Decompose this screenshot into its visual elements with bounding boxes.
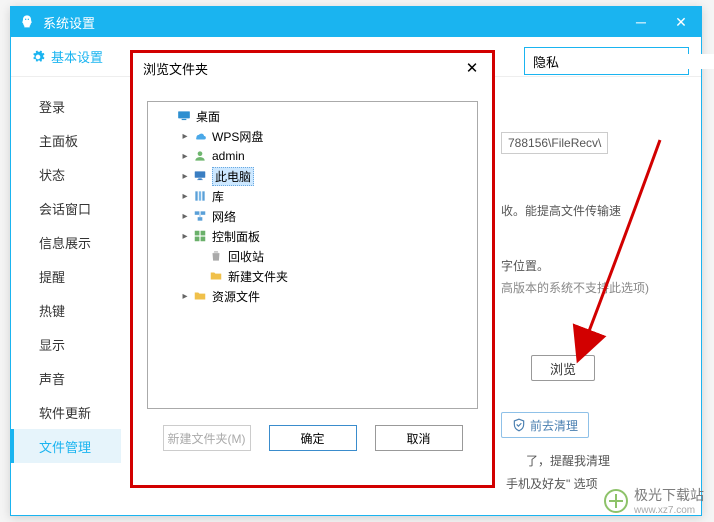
sidebar-item-infodisplay[interactable]: 信息展示 (11, 225, 121, 259)
tree-label: 回收站 (228, 248, 264, 265)
penguin-icon (19, 13, 35, 31)
text-receive: 收。能提高文件传输速 (501, 202, 621, 219)
cancel-button[interactable]: 取消 (375, 425, 463, 451)
text-remind2: 手机及好友" 选项 (506, 475, 598, 492)
tree-label: admin (212, 149, 245, 163)
search-box[interactable] (524, 47, 689, 75)
text-remind1: 了，提醒我清理 (526, 452, 610, 469)
dialog-close-button[interactable]: ✕ (462, 58, 482, 78)
tree-label: 库 (212, 188, 224, 205)
tab-basic-settings[interactable]: 基本设置 (51, 47, 103, 66)
library-icon (192, 188, 208, 204)
sidebar-item-filemanage[interactable]: 文件管理 (11, 429, 121, 463)
sidebar-item-label: 文件管理 (39, 437, 91, 456)
ok-button[interactable]: 确定 (269, 425, 357, 451)
controlpanel-icon (192, 228, 208, 244)
browse-button[interactable]: 浏览 (531, 355, 595, 381)
tree-row-newfolder[interactable]: 新建文件夹 (150, 266, 475, 286)
dialog-title: 浏览文件夹 (143, 59, 462, 78)
tree-arrow-icon[interactable]: ▸ (178, 231, 192, 242)
sidebar-item-hotkey[interactable]: 热键 (11, 293, 121, 327)
close-button[interactable]: ✕ (661, 7, 701, 37)
tree-arrow-icon[interactable]: ▸ (178, 191, 192, 202)
sidebar-item-label: 提醒 (39, 267, 65, 286)
desktop-icon (176, 108, 192, 124)
sidebar-item-label: 显示 (39, 335, 65, 354)
cloud-icon (192, 128, 208, 144)
tree-label: 控制面板 (212, 228, 260, 245)
sidebar-item-label: 软件更新 (39, 403, 91, 422)
tree-label: 新建文件夹 (228, 268, 288, 285)
sidebar-item-label: 会话窗口 (39, 199, 91, 218)
tree-label: 资源文件 (212, 288, 260, 305)
sidebar-item-label: 主面板 (39, 131, 78, 150)
tree-arrow-icon[interactable]: ▸ (178, 131, 192, 142)
window-title: 系统设置 (43, 13, 621, 32)
tree-label: 此电脑 (212, 167, 254, 186)
cleanup-button[interactable]: 前去清理 (501, 412, 589, 438)
watermark-icon (604, 489, 628, 513)
folder-tree[interactable]: 桌面 ▸ WPS网盘 ▸ admin ▸ 此电脑 ▸ 库 ▸ 网络 ▸ (147, 101, 478, 409)
text-location: 字位置。 (501, 257, 549, 274)
search-input[interactable] (525, 54, 714, 69)
sidebar-item-chat[interactable]: 会话窗口 (11, 191, 121, 225)
tree-arrow-icon[interactable]: ▸ (178, 211, 192, 222)
sidebar-item-label: 状态 (39, 165, 65, 184)
folder-icon (208, 268, 224, 284)
tree-row-resources[interactable]: ▸ 资源文件 (150, 286, 475, 306)
minimize-button[interactable]: ─ (621, 7, 661, 37)
tree-row-library[interactable]: ▸ 库 (150, 186, 475, 206)
tree-row-desktop[interactable]: 桌面 (150, 106, 475, 126)
sidebar-item-sound[interactable]: 声音 (11, 361, 121, 395)
sidebar-item-remind[interactable]: 提醒 (11, 259, 121, 293)
tree-row-admin[interactable]: ▸ admin (150, 146, 475, 166)
sidebar-item-status[interactable]: 状态 (11, 157, 121, 191)
sidebar-item-display[interactable]: 显示 (11, 327, 121, 361)
sidebar: 登录 主面板 状态 会话窗口 信息展示 提醒 热键 显示 声音 软件更新 文件管… (11, 77, 121, 515)
folder-icon (192, 288, 208, 304)
pc-icon (192, 168, 208, 184)
tree-row-controlpanel[interactable]: ▸ 控制面板 (150, 226, 475, 246)
text-warn: 高版本的系统不支持此选项) (501, 279, 649, 296)
sidebar-item-label: 信息展示 (39, 233, 91, 252)
sidebar-item-mainpanel[interactable]: 主面板 (11, 123, 121, 157)
shield-icon (512, 418, 526, 432)
dialog-titlebar: 浏览文件夹 ✕ (133, 53, 492, 83)
tree-label: 网络 (212, 208, 236, 225)
watermark: 极光下载站 www.xz7.com (604, 485, 704, 516)
gear-icon (31, 50, 45, 64)
recyclebin-icon (208, 248, 224, 264)
sidebar-item-login[interactable]: 登录 (11, 89, 121, 123)
sidebar-item-label: 热键 (39, 301, 65, 320)
titlebar: 系统设置 ─ ✕ (11, 7, 701, 37)
tree-label: WPS网盘 (212, 128, 263, 145)
watermark-url: www.xz7.com (634, 505, 704, 516)
tree-row-thispc[interactable]: ▸ 此电脑 (150, 166, 475, 186)
path-fragment: 788156\FileRecv\ (501, 132, 608, 154)
watermark-brand: 极光下载站 (634, 485, 704, 505)
cleanup-label: 前去清理 (530, 417, 578, 434)
tree-row-wps[interactable]: ▸ WPS网盘 (150, 126, 475, 146)
tree-arrow-icon[interactable]: ▸ (178, 291, 192, 302)
tree-arrow-icon[interactable]: ▸ (178, 171, 192, 182)
network-icon (192, 208, 208, 224)
sidebar-item-label: 登录 (39, 97, 65, 116)
tree-row-network[interactable]: ▸ 网络 (150, 206, 475, 226)
tree-label: 桌面 (196, 108, 220, 125)
browse-folder-dialog: 浏览文件夹 ✕ 桌面 ▸ WPS网盘 ▸ admin ▸ 此电脑 ▸ 库 (130, 50, 495, 488)
sidebar-item-update[interactable]: 软件更新 (11, 395, 121, 429)
sidebar-item-label: 声音 (39, 369, 65, 388)
user-icon (192, 148, 208, 164)
tree-row-recyclebin[interactable]: 回收站 (150, 246, 475, 266)
tree-arrow-icon[interactable]: ▸ (178, 151, 192, 162)
dialog-footer: 新建文件夹(M) 确定 取消 (133, 425, 492, 451)
new-folder-button: 新建文件夹(M) (163, 425, 251, 451)
toolbar-tabs: 基本设置 (51, 47, 103, 66)
